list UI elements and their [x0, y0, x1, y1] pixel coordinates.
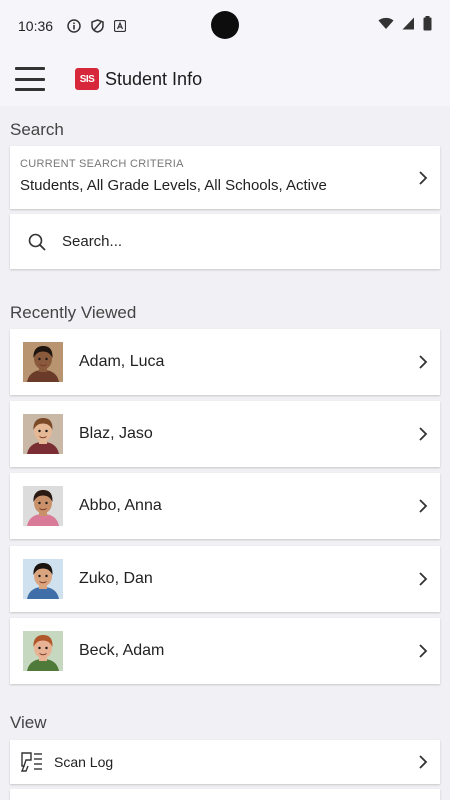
criteria-value: Students, All Grade Levels, All Schools,… — [20, 177, 327, 194]
student-avatar — [23, 486, 63, 526]
next-view-item[interactable] — [10, 789, 440, 800]
font-icon — [114, 20, 127, 32]
wifi-icon — [378, 17, 394, 33]
student-row[interactable]: Abbo, Anna — [10, 473, 440, 539]
chevron-right-icon — [419, 572, 428, 586]
chevron-right-icon — [419, 755, 428, 769]
scan-log-label: Scan Log — [54, 754, 114, 770]
student-name: Beck, Adam — [79, 642, 165, 659]
chevron-right-icon — [419, 644, 428, 658]
search-icon — [28, 233, 46, 251]
student-row[interactable]: Adam, Luca — [10, 329, 440, 395]
scan-log-item[interactable]: Scan Log — [10, 740, 440, 784]
app-bar: SIS Student Info — [0, 52, 450, 106]
recently-viewed-label: Recently Viewed — [10, 303, 137, 322]
search-criteria-card[interactable]: CURRENT SEARCH CRITERIA Students, All Gr… — [10, 146, 440, 209]
student-name: Adam, Luca — [79, 353, 165, 370]
scan-log-icon — [20, 752, 42, 772]
chevron-right-icon — [419, 170, 428, 185]
battery-icon — [423, 16, 432, 34]
student-avatar — [23, 559, 63, 599]
status-bar: 10:36 — [0, 0, 450, 52]
search-section-label: Search — [10, 120, 64, 139]
student-name: Abbo, Anna — [79, 497, 162, 514]
student-row[interactable]: Beck, Adam — [10, 618, 440, 684]
chevron-right-icon — [419, 499, 428, 513]
signal-icon — [402, 17, 415, 33]
student-row[interactable]: Zuko, Dan — [10, 546, 440, 612]
sis-logo: SIS — [75, 68, 99, 90]
info-icon — [67, 19, 81, 33]
student-avatar — [23, 414, 63, 454]
search-input[interactable] — [62, 233, 392, 250]
shield-icon — [91, 19, 104, 33]
student-avatar — [23, 631, 63, 671]
criteria-caption: CURRENT SEARCH CRITERIA — [20, 158, 184, 170]
app-title: Student Info — [105, 68, 203, 89]
chevron-right-icon — [419, 427, 428, 441]
student-name: Zuko, Dan — [79, 570, 153, 587]
chevron-right-icon — [419, 355, 428, 369]
student-name: Blaz, Jaso — [79, 425, 153, 442]
student-avatar — [23, 342, 63, 382]
camera-cutout — [211, 11, 239, 39]
status-time: 10:36 — [18, 18, 54, 34]
view-section-label: View — [10, 713, 47, 732]
student-row[interactable]: Blaz, Jaso — [10, 401, 440, 467]
search-box[interactable] — [10, 214, 440, 269]
hamburger-menu-icon[interactable] — [15, 67, 45, 91]
